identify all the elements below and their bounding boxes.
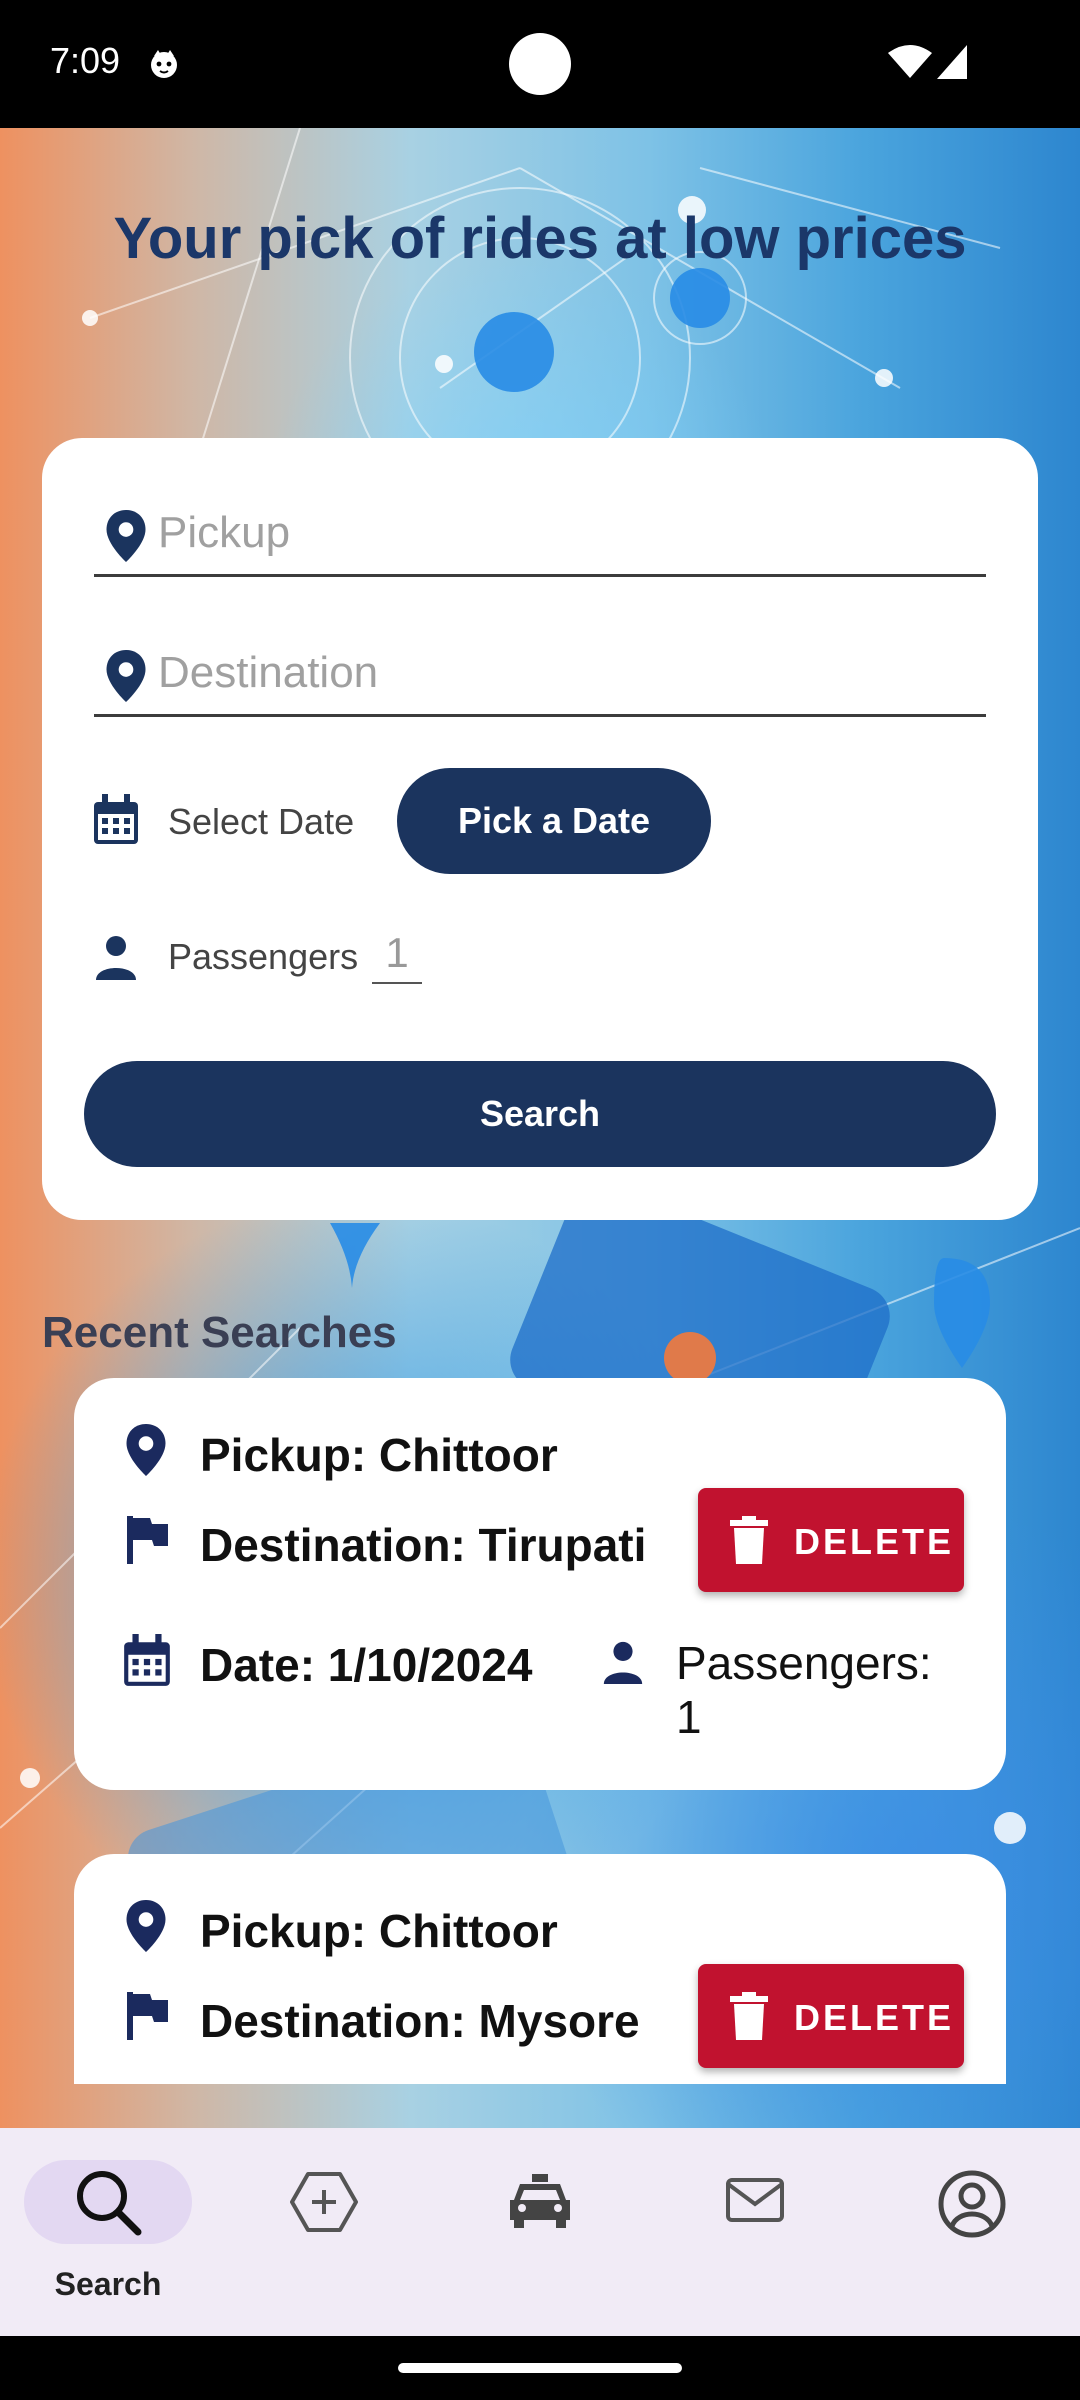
recent-pickup: Pickup: Chittoor — [200, 1905, 558, 1957]
location-pin-icon — [106, 650, 146, 702]
gesture-handle[interactable] — [398, 2363, 682, 2373]
nav-item-messages[interactable] — [648, 2128, 864, 2336]
location-pin-icon — [126, 1424, 166, 1476]
passengers-label: Passengers — [168, 936, 359, 977]
recent-destination: Destination: Tirupati — [200, 1519, 647, 1571]
nav-item-rides[interactable] — [432, 2128, 648, 2336]
status-bar: 7:09 — [0, 0, 1080, 128]
recent-passengers: Passengers: 1 — [676, 1636, 932, 1744]
destination-input[interactable] — [156, 640, 960, 706]
recent-search-card: Pickup: Chittoor Destination: Mysore DEL… — [74, 1854, 1006, 2084]
pickup-input[interactable] — [156, 500, 960, 566]
recent-date: Date: 1/10/2024 — [200, 1639, 533, 1691]
delete-label: DELETE — [794, 1997, 955, 2038]
recent-passengers-value: 1 — [676, 1691, 702, 1743]
recent-searches-title: Recent Searches — [42, 1308, 397, 1357]
calendar-icon — [94, 794, 138, 844]
nav-label-search: Search — [54, 2266, 162, 2302]
delete-label: DELETE — [794, 1521, 955, 1562]
pick-date-button[interactable]: Pick a Date — [397, 768, 711, 874]
person-icon — [603, 1641, 643, 1684]
add-ride-icon — [290, 2172, 358, 2232]
select-date-label: Select Date — [168, 801, 355, 842]
search-form-card: Select Date Pick a Date Passengers Searc… — [42, 438, 1038, 1220]
passengers-input[interactable] — [372, 924, 422, 984]
wifi-icon — [888, 45, 932, 78]
mail-icon — [726, 2178, 784, 2222]
nav-item-search[interactable]: Search — [0, 2128, 216, 2336]
person-icon — [96, 936, 136, 980]
delete-button[interactable]: DELETE — [698, 1488, 964, 1592]
notification-cat-icon — [151, 50, 177, 78]
recent-pickup: Pickup: Chittoor — [200, 1429, 558, 1481]
recent-search-card: Pickup: Chittoor Destination: Tirupati D… — [74, 1378, 1006, 1790]
flag-icon — [127, 1516, 168, 1564]
pickup-field[interactable] — [94, 494, 986, 577]
calendar-icon — [124, 1634, 170, 1686]
destination-field[interactable] — [94, 634, 986, 717]
car-icon — [510, 2174, 570, 2228]
signal-icon — [937, 45, 967, 79]
trash-icon — [730, 1992, 768, 2040]
recent-passengers-label: Passengers: — [676, 1637, 932, 1689]
recent-destination: Destination: Mysore — [200, 1995, 640, 2047]
status-time: 7:09 — [50, 40, 121, 81]
nav-item-profile[interactable] — [864, 2128, 1080, 2336]
search-button[interactable]: Search — [84, 1061, 996, 1167]
front-camera — [509, 33, 571, 95]
location-pin-icon — [106, 510, 146, 562]
bottom-navigation: Search — [0, 2128, 1080, 2336]
page-headline: Your pick of rides at low prices — [113, 206, 967, 271]
trash-icon — [730, 1516, 768, 1564]
location-pin-icon — [126, 1900, 166, 1952]
flag-icon — [127, 1992, 168, 2040]
search-icon — [77, 2171, 142, 2236]
profile-icon — [938, 2170, 1006, 2238]
delete-button[interactable]: DELETE — [698, 1964, 964, 2068]
nav-item-add-ride[interactable] — [216, 2128, 432, 2336]
